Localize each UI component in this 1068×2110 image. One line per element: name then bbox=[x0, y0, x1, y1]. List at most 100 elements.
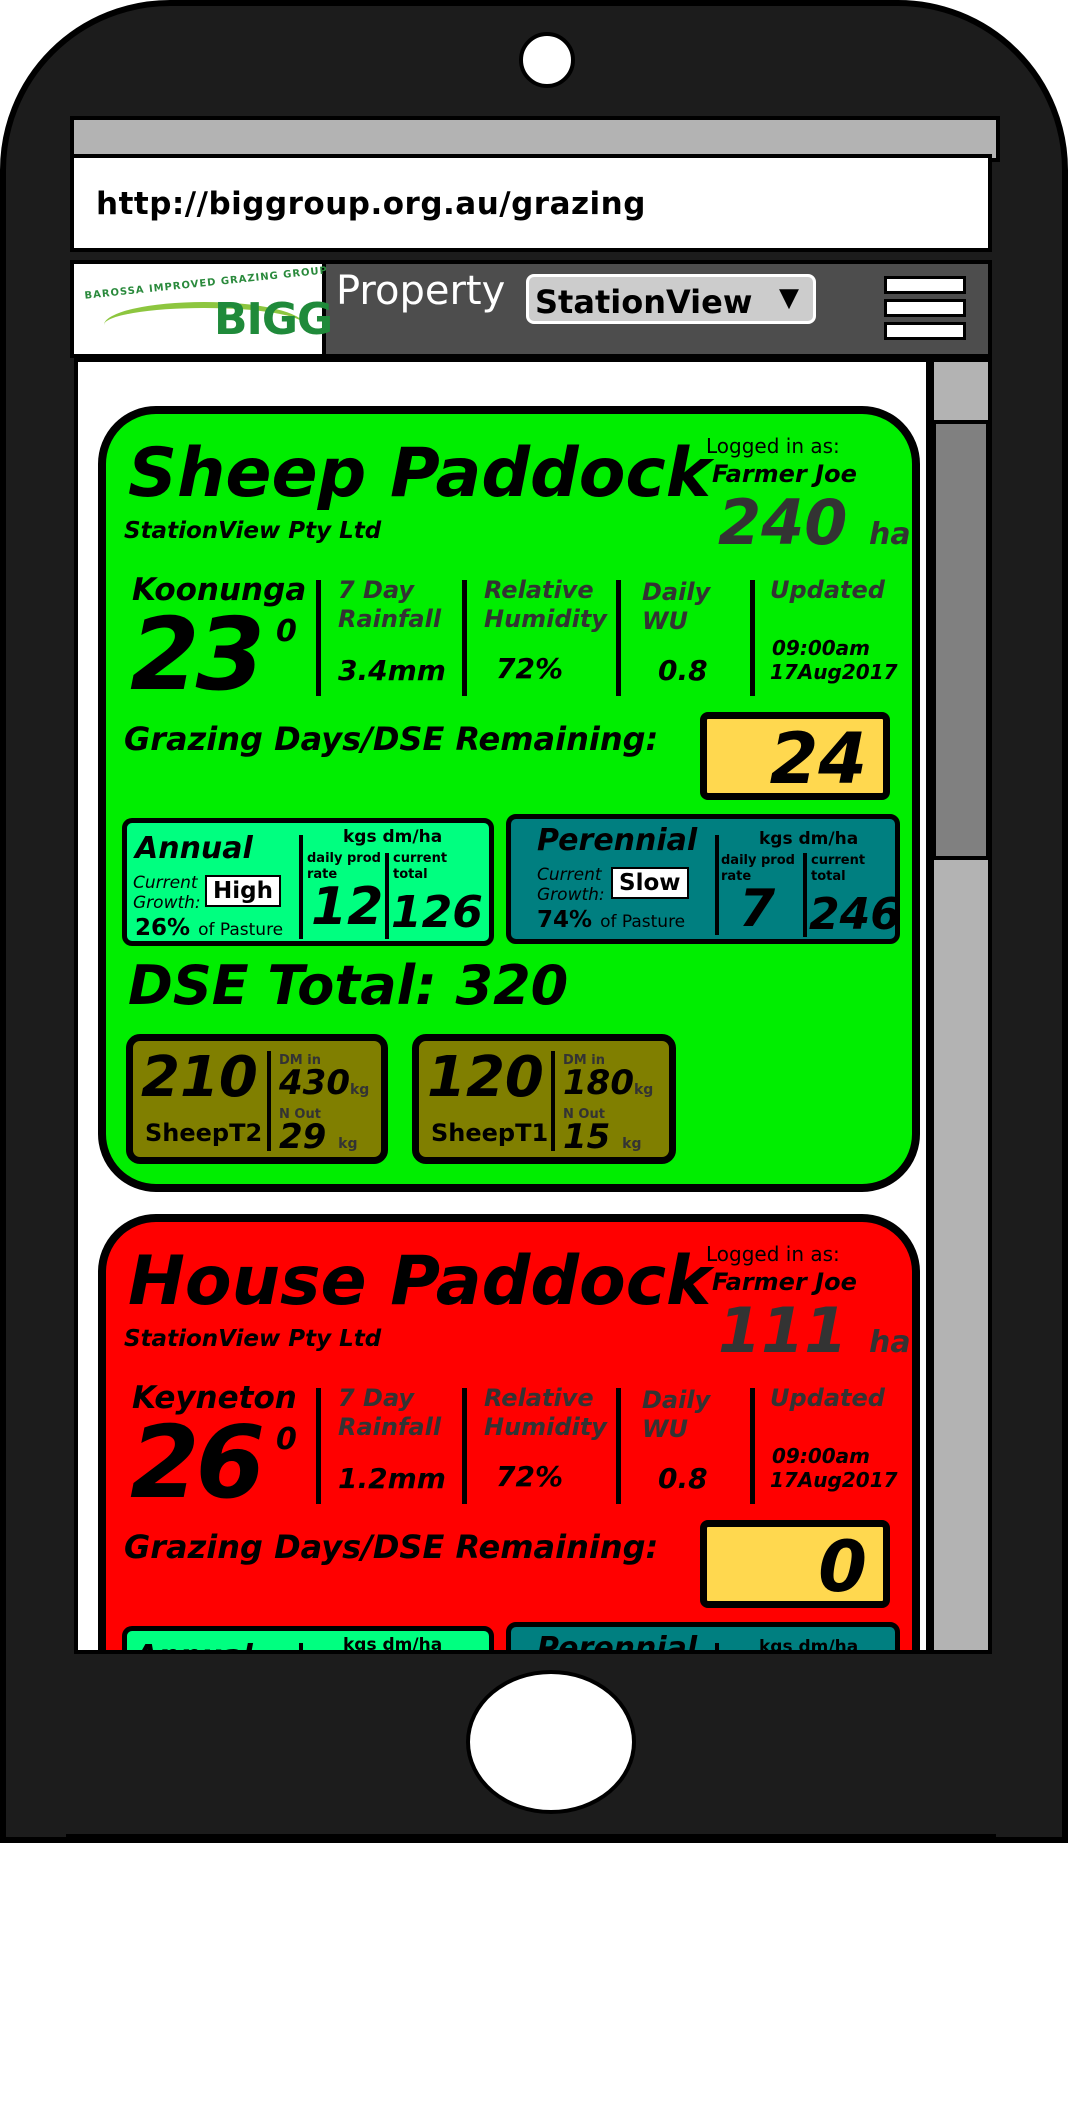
area-value: 240 ha bbox=[718, 486, 911, 559]
mob-card[interactable]: 120 SheepT1 DM in 180kg N Out 15 kg bbox=[412, 1034, 676, 1164]
address-bar[interactable]: http://biggroup.org.au/grazing bbox=[70, 154, 992, 252]
company-name: StationView Pty Ltd bbox=[124, 518, 382, 544]
mob-name: SheepT1 bbox=[431, 1119, 549, 1147]
property-select-value: StationView bbox=[535, 283, 753, 321]
temperature-value: 23 bbox=[130, 596, 265, 713]
nav-bar: BAROSSA IMPROVED GRAZING GROUP BIGG Prop… bbox=[70, 260, 992, 358]
annual-pasture-panel[interactable]: Annual kgs dm/ha bbox=[122, 1626, 494, 1654]
wu-label: Daily WU bbox=[642, 1386, 711, 1443]
home-button[interactable] bbox=[466, 1670, 636, 1814]
divider bbox=[316, 580, 321, 696]
phone-bottom-edge bbox=[66, 1834, 996, 1843]
units-label: kgs dm/ha bbox=[343, 1635, 443, 1654]
grazing-days-label: Grazing Days/DSE Remaining: bbox=[124, 720, 659, 758]
logged-in-label: Logged in as: bbox=[706, 1242, 840, 1266]
perennial-title: Perennial bbox=[537, 1631, 698, 1654]
divider bbox=[299, 835, 303, 939]
dm-in-value: 430kg bbox=[279, 1063, 370, 1103]
annual-title: Annual bbox=[135, 1639, 253, 1650]
pasture-percent: 74% of Pasture bbox=[537, 907, 686, 933]
divider bbox=[385, 853, 389, 939]
property-select[interactable]: StationView ▼ bbox=[526, 274, 816, 324]
grazing-days-value[interactable]: 24 bbox=[700, 712, 890, 800]
main-content: Sheep Paddock StationView Pty Ltd Logged… bbox=[74, 358, 930, 1654]
divider bbox=[616, 1388, 621, 1504]
units-label: kgs dm/ha bbox=[759, 1637, 859, 1654]
perennial-pasture-panel[interactable]: Perennial kgs dm/ha bbox=[506, 1622, 900, 1654]
wu-value: 0.8 bbox=[658, 654, 708, 687]
hamburger-menu-icon[interactable] bbox=[884, 276, 966, 340]
mob-card[interactable]: 210 SheepT2 DM in 430kg N Out 29 kg bbox=[126, 1034, 388, 1164]
current-total-label: current total bbox=[393, 851, 448, 882]
mob-count: 210 bbox=[141, 1045, 258, 1110]
degree-symbol: 0 bbox=[276, 614, 297, 649]
camera-icon bbox=[519, 32, 575, 88]
logged-in-user: Farmer Joe bbox=[712, 1268, 857, 1296]
divider bbox=[462, 1388, 467, 1504]
temperature-value: 26 bbox=[130, 1404, 265, 1521]
growth-label: Current Growth: bbox=[537, 865, 605, 905]
rainfall-label: 7 Day Rainfall bbox=[338, 1384, 442, 1441]
growth-badge: High bbox=[205, 875, 281, 907]
url-text[interactable]: http://biggroup.org.au/grazing bbox=[96, 186, 646, 222]
current-total-value: 126 bbox=[391, 887, 483, 938]
divider bbox=[316, 1388, 321, 1504]
paddock-card-house[interactable]: House Paddock StationView Pty Ltd Logged… bbox=[98, 1214, 920, 1654]
divider bbox=[462, 580, 467, 696]
divider bbox=[750, 1388, 755, 1504]
rainfall-value: 1.2mm bbox=[338, 1462, 446, 1495]
chevron-down-icon: ▼ bbox=[779, 283, 799, 313]
perennial-pasture-panel[interactable]: Perennial Current Growth: Slow 74% of Pa… bbox=[506, 814, 901, 944]
bigg-logo[interactable]: BAROSSA IMPROVED GRAZING GROUP BIGG bbox=[74, 264, 333, 354]
humidity-value: 72% bbox=[496, 1460, 564, 1493]
prod-rate-value: 12 bbox=[311, 877, 384, 937]
divider bbox=[715, 1643, 719, 1650]
perennial-title: Perennial bbox=[537, 823, 698, 858]
area-value: 111 ha bbox=[718, 1294, 911, 1367]
wu-label: Daily WU bbox=[642, 578, 711, 635]
grazing-days-label: Grazing Days/DSE Remaining: bbox=[124, 1528, 659, 1566]
divider bbox=[551, 1051, 555, 1151]
prod-rate-value: 7 bbox=[739, 879, 776, 939]
humidity-value: 72% bbox=[496, 652, 564, 685]
company-name: StationView Pty Ltd bbox=[124, 1326, 382, 1352]
divider bbox=[715, 835, 719, 935]
humidity-label: Relative Humidity bbox=[484, 576, 607, 633]
grazing-days-value[interactable]: 0 bbox=[700, 1520, 890, 1608]
divider bbox=[803, 853, 807, 937]
updated-date: 17Aug2017 bbox=[770, 1468, 898, 1492]
growth-label: Current Growth: bbox=[133, 873, 201, 913]
dm-in-value: 180kg bbox=[563, 1063, 654, 1103]
humidity-label: Relative Humidity bbox=[484, 1384, 607, 1441]
divider bbox=[267, 1051, 271, 1151]
paddock-card-sheep[interactable]: Sheep Paddock StationView Pty Ltd Logged… bbox=[98, 406, 920, 1192]
n-out-value: 15 kg bbox=[563, 1117, 642, 1157]
updated-time: 09:00am bbox=[772, 636, 870, 660]
paddock-name: House Paddock bbox=[128, 1242, 712, 1321]
logged-in-user: Farmer Joe bbox=[712, 460, 857, 488]
annual-pasture-panel[interactable]: Annual Current Growth: High 26% of Pastu… bbox=[122, 818, 494, 946]
current-total-value: 246 bbox=[809, 889, 901, 940]
units-label: kgs dm/ha bbox=[759, 829, 859, 849]
degree-symbol: 0 bbox=[276, 1422, 297, 1457]
pasture-percent: 26% of Pasture bbox=[135, 915, 284, 941]
paddock-name: Sheep Paddock bbox=[128, 434, 711, 513]
updated-time: 09:00am bbox=[772, 1444, 870, 1468]
property-label: Property bbox=[336, 268, 506, 314]
current-total-label: current total bbox=[811, 853, 866, 884]
annual-title: Annual bbox=[135, 831, 253, 866]
divider bbox=[616, 580, 621, 696]
units-label: kgs dm/ha bbox=[343, 827, 443, 847]
rainfall-value: 3.4mm bbox=[338, 654, 446, 687]
updated-label: Updated bbox=[770, 576, 885, 604]
updated-label: Updated bbox=[770, 1384, 885, 1412]
wu-value: 0.8 bbox=[658, 1462, 708, 1495]
n-out-value: 29 kg bbox=[279, 1117, 358, 1157]
logged-in-label: Logged in as: bbox=[706, 434, 840, 458]
rainfall-label: 7 Day Rainfall bbox=[338, 576, 442, 633]
divider bbox=[750, 580, 755, 696]
logo-text: BIGG bbox=[214, 294, 333, 345]
scrollbar-thumb[interactable] bbox=[932, 420, 990, 860]
growth-badge: Slow bbox=[611, 867, 689, 899]
updated-date: 17Aug2017 bbox=[770, 660, 898, 684]
